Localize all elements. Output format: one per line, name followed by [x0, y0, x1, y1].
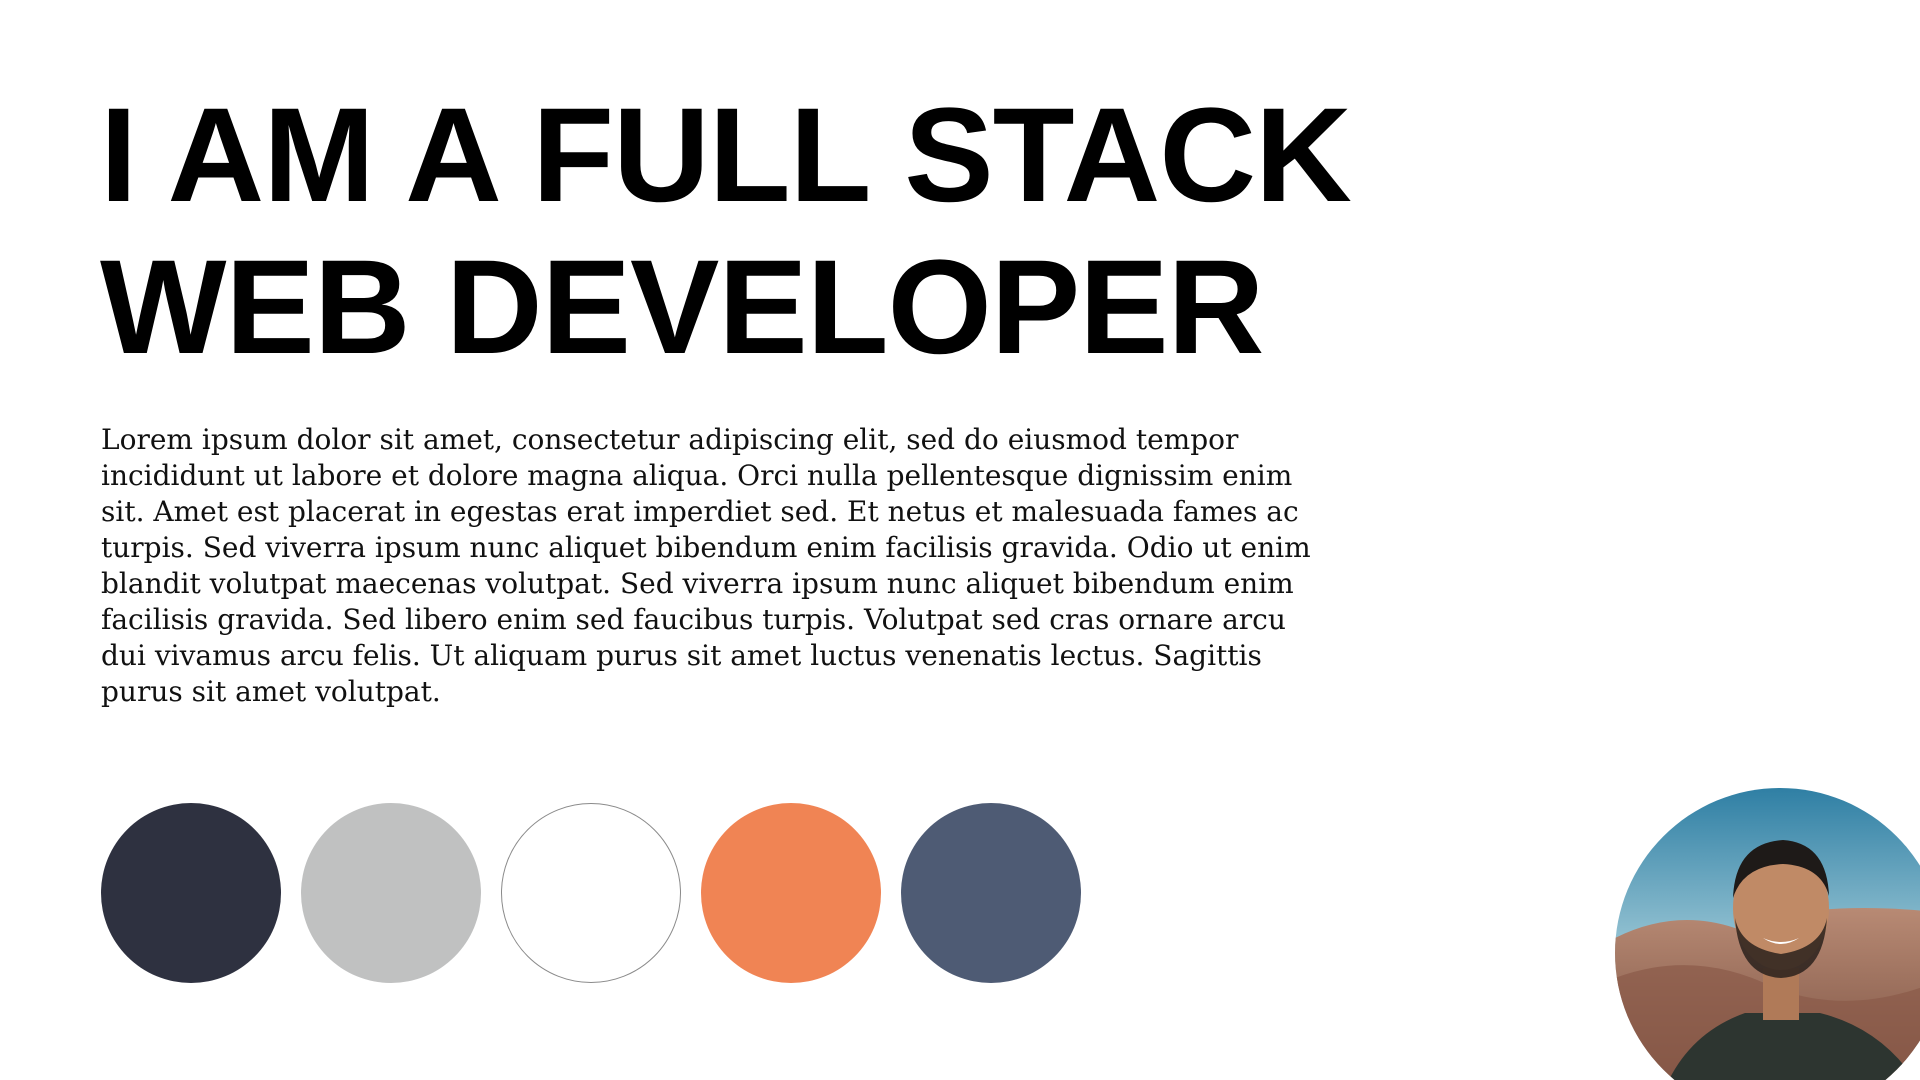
intro-paragraph: Lorem ipsum dolor sit amet, consectetur … [101, 423, 1311, 708]
color-swatch-3 [501, 803, 681, 983]
title-line-2: WEB DEVELOPER [100, 233, 1264, 382]
color-swatch-2 [301, 803, 481, 983]
color-swatch-4 [701, 803, 881, 983]
profile-photo-icon [1615, 788, 1920, 1080]
page-title: I AM A FULL STACK WEB DEVELOPER [100, 80, 1400, 384]
color-swatch-5 [901, 803, 1081, 983]
color-swatch-1 [101, 803, 281, 983]
title-line-1: I AM A FULL STACK [100, 81, 1352, 230]
color-palette [101, 803, 1081, 983]
portfolio-page: I AM A FULL STACK WEB DEVELOPER Lorem ip… [0, 0, 1920, 1080]
avatar [1615, 788, 1920, 1080]
